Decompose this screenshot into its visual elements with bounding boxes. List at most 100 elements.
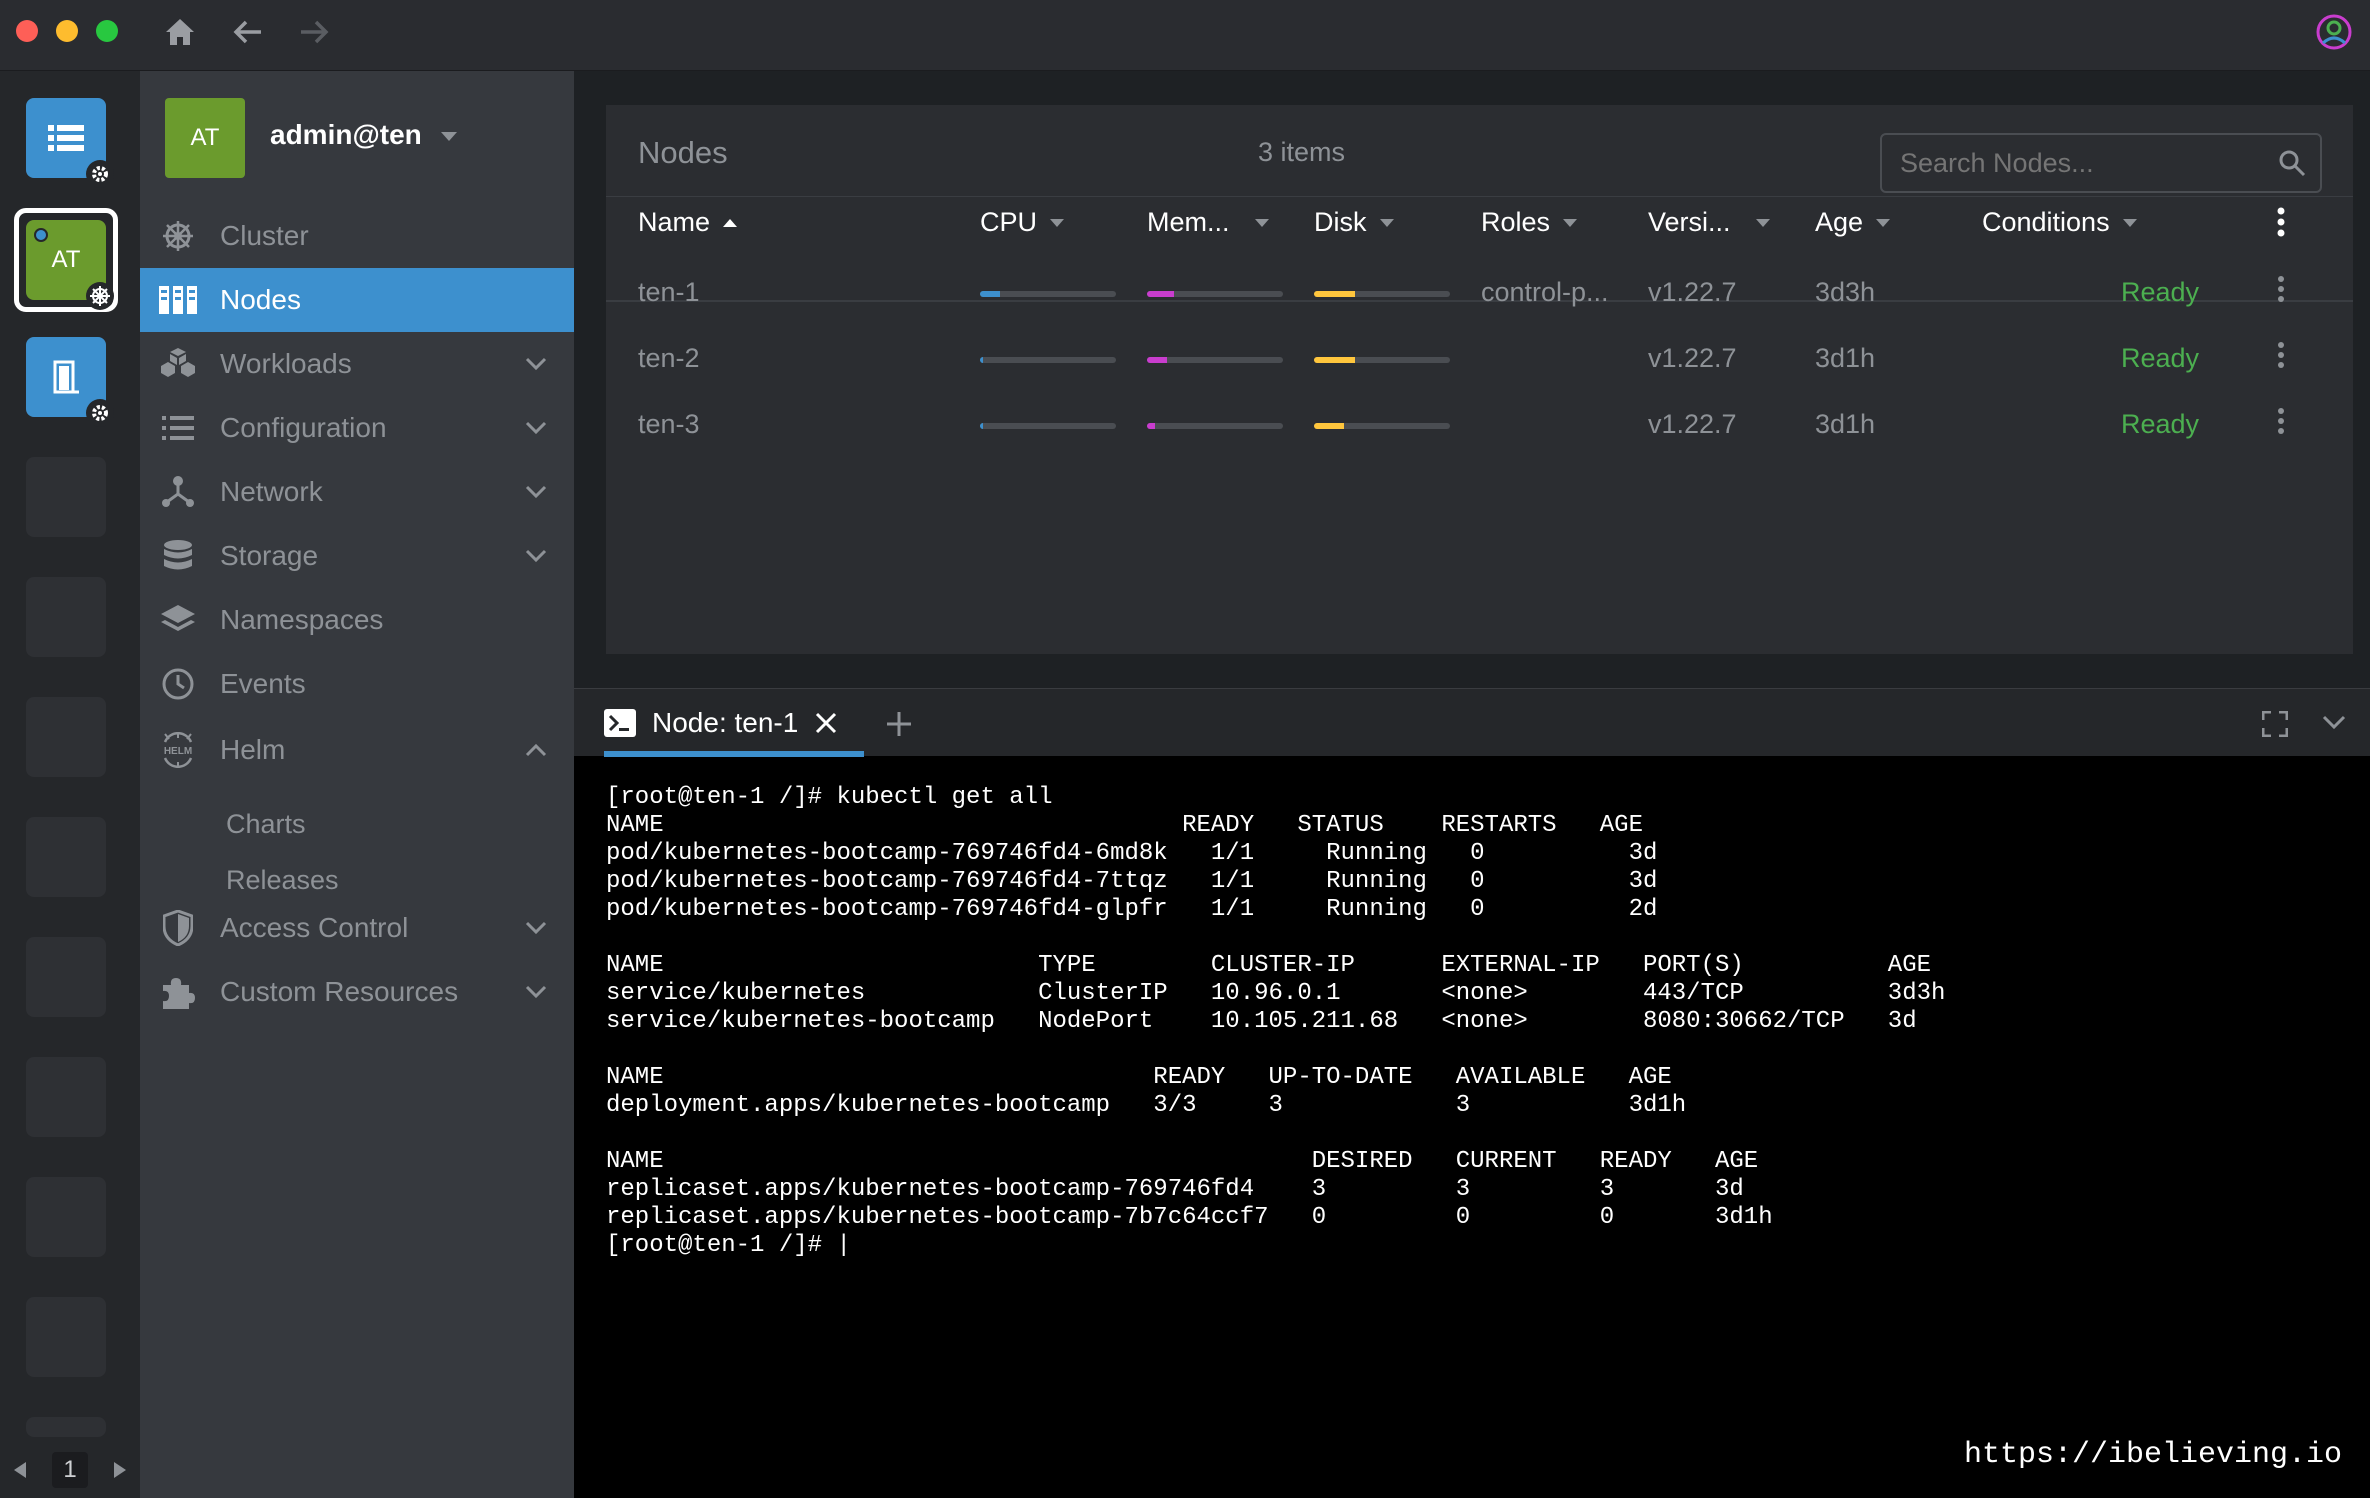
maximize-window-button[interactable]	[96, 20, 118, 42]
caret-down-icon	[1050, 218, 1065, 227]
tab-terminal[interactable]: Node: ten-1	[604, 689, 864, 757]
memory-usage-bar	[1147, 291, 1283, 297]
column-header-conditions[interactable]: Conditions	[1982, 207, 2138, 238]
column-header-disk[interactable]: Disk	[1314, 207, 1395, 238]
sidebar-item-namespaces[interactable]: Namespaces	[140, 588, 574, 652]
sidebar-item-custom-resources[interactable]: Custom Resources	[140, 960, 574, 1024]
minimize-window-button[interactable]	[56, 20, 78, 42]
caret-down-icon	[2122, 218, 2137, 227]
sidebar-item-network[interactable]: Network	[140, 460, 574, 524]
fullscreen-icon[interactable]	[2262, 711, 2288, 737]
puzzle-icon	[158, 972, 198, 1012]
nodes-icon	[158, 280, 198, 320]
sidebar: AT admin@ten Cluster Nodes Workloads Con…	[140, 71, 574, 1498]
user-profile-icon[interactable]	[2314, 12, 2354, 52]
search-box[interactable]	[1880, 133, 2322, 193]
caret-down-icon	[1876, 218, 1891, 227]
dock-tab-bar: Node: ten-1	[574, 688, 2370, 757]
page-title: Nodes	[638, 135, 728, 170]
home-icon[interactable]	[160, 12, 200, 52]
sidebar-subitem-releases[interactable]: Releases	[226, 865, 339, 896]
hotbar-empty-slot[interactable]	[26, 937, 106, 1017]
row-menu-icon[interactable]	[2277, 407, 2285, 435]
forward-arrow-icon[interactable]	[294, 12, 334, 52]
hotbar-empty-slot[interactable]	[26, 1177, 106, 1257]
cluster-avatar-button[interactable]: AT	[26, 220, 114, 310]
helm-wheel-icon	[158, 216, 198, 256]
node-name: ten-1	[638, 277, 700, 307]
prev-page-icon[interactable]	[12, 1461, 28, 1479]
chevron-down-icon	[522, 478, 550, 506]
hotbar-empty-slot[interactable]	[26, 817, 106, 897]
nodes-panel: Nodes 3 items Name CPU Mem... Disk Roles…	[606, 105, 2353, 654]
search-icon[interactable]	[2278, 149, 2306, 177]
next-page-icon[interactable]	[112, 1461, 128, 1479]
close-window-button[interactable]	[16, 20, 38, 42]
disk-usage-bar	[1314, 357, 1450, 363]
items-count: 3 items	[1258, 137, 1346, 167]
welcome-button[interactable]	[26, 337, 114, 427]
add-tab-icon[interactable]	[886, 711, 912, 737]
caret-down-icon	[1379, 218, 1394, 227]
sidebar-item-access-control[interactable]: Access Control	[140, 896, 574, 960]
gear-icon	[86, 399, 114, 427]
column-header-age[interactable]: Age	[1815, 207, 1891, 238]
caret-down-icon	[1563, 218, 1578, 227]
hotbar-empty-slot[interactable]	[26, 1057, 106, 1137]
hotbar-pager: 1	[0, 1442, 140, 1498]
chevron-down-icon	[522, 542, 550, 570]
active-tab-indicator	[604, 751, 864, 757]
list-icon	[48, 125, 84, 151]
sidebar-item-nodes[interactable]: Nodes	[140, 268, 574, 332]
column-header-cpu[interactable]: CPU	[980, 207, 1065, 238]
sidebar-item-helm[interactable]: HELM Helm	[140, 718, 574, 782]
terminal-output[interactable]: [root@ten-1 /]# kubectl get all NAME REA…	[606, 784, 1945, 1260]
search-input[interactable]	[1900, 143, 2260, 183]
column-header-roles[interactable]: Roles	[1481, 207, 1578, 238]
cpu-usage-bar	[980, 291, 1116, 297]
status-dot	[34, 228, 48, 242]
chevron-down-icon[interactable]	[2322, 715, 2346, 731]
chevron-up-icon	[522, 736, 550, 764]
sidebar-item-workloads[interactable]: Workloads	[140, 332, 574, 396]
cluster-avatar: AT	[165, 98, 245, 178]
column-header-name[interactable]: Name	[638, 207, 738, 238]
list-icon	[158, 408, 198, 448]
dock: Node: ten-1 [root@ten-1 /]# kubectl get …	[574, 688, 2370, 1498]
column-header-version[interactable]: Versi...	[1648, 207, 1771, 238]
sidebar-item-events[interactable]: Events	[140, 652, 574, 716]
row-menu-icon[interactable]	[2277, 275, 2285, 303]
row-menu-icon[interactable]	[2277, 341, 2285, 369]
terminal-icon	[604, 709, 636, 737]
sort-ascending-icon	[723, 218, 738, 227]
door-icon	[53, 360, 79, 394]
close-icon[interactable]	[814, 711, 838, 735]
sidebar-item-cluster[interactable]: Cluster	[140, 204, 574, 268]
sidebar-subitem-charts[interactable]: Charts	[226, 809, 306, 840]
watermark-url: https://ibelieving.io	[1963, 1438, 2342, 1472]
catalog-button[interactable]	[26, 98, 114, 188]
chevron-down-icon	[522, 414, 550, 442]
hotbar-empty-slot[interactable]	[26, 1297, 106, 1377]
cpu-usage-bar	[980, 357, 1116, 363]
caret-down-icon[interactable]	[440, 131, 458, 143]
cluster-name[interactable]: admin@ten	[270, 119, 422, 151]
chevron-down-icon	[522, 914, 550, 942]
page-number: 1	[52, 1452, 88, 1488]
column-menu-icon[interactable]	[2276, 207, 2286, 237]
sidebar-item-storage[interactable]: Storage	[140, 524, 574, 588]
node-condition: Ready	[2121, 409, 2200, 439]
sidebar-item-configuration[interactable]: Configuration	[140, 396, 574, 460]
hotbar-empty-slot[interactable]	[26, 577, 106, 657]
cubes-icon	[158, 344, 198, 384]
node-age: 3d1h	[1815, 409, 1876, 439]
hotbar-empty-slot[interactable]	[26, 457, 106, 537]
node-version: v1.22.7	[1648, 343, 1737, 373]
column-header-memory[interactable]: Mem...	[1147, 207, 1270, 238]
hotbar-empty-slot[interactable]	[26, 1417, 106, 1437]
cluster-initials: AT	[51, 246, 81, 273]
back-arrow-icon[interactable]	[228, 12, 268, 52]
chevron-down-icon	[522, 350, 550, 378]
divider	[606, 300, 2353, 302]
hotbar-empty-slot[interactable]	[26, 697, 106, 777]
